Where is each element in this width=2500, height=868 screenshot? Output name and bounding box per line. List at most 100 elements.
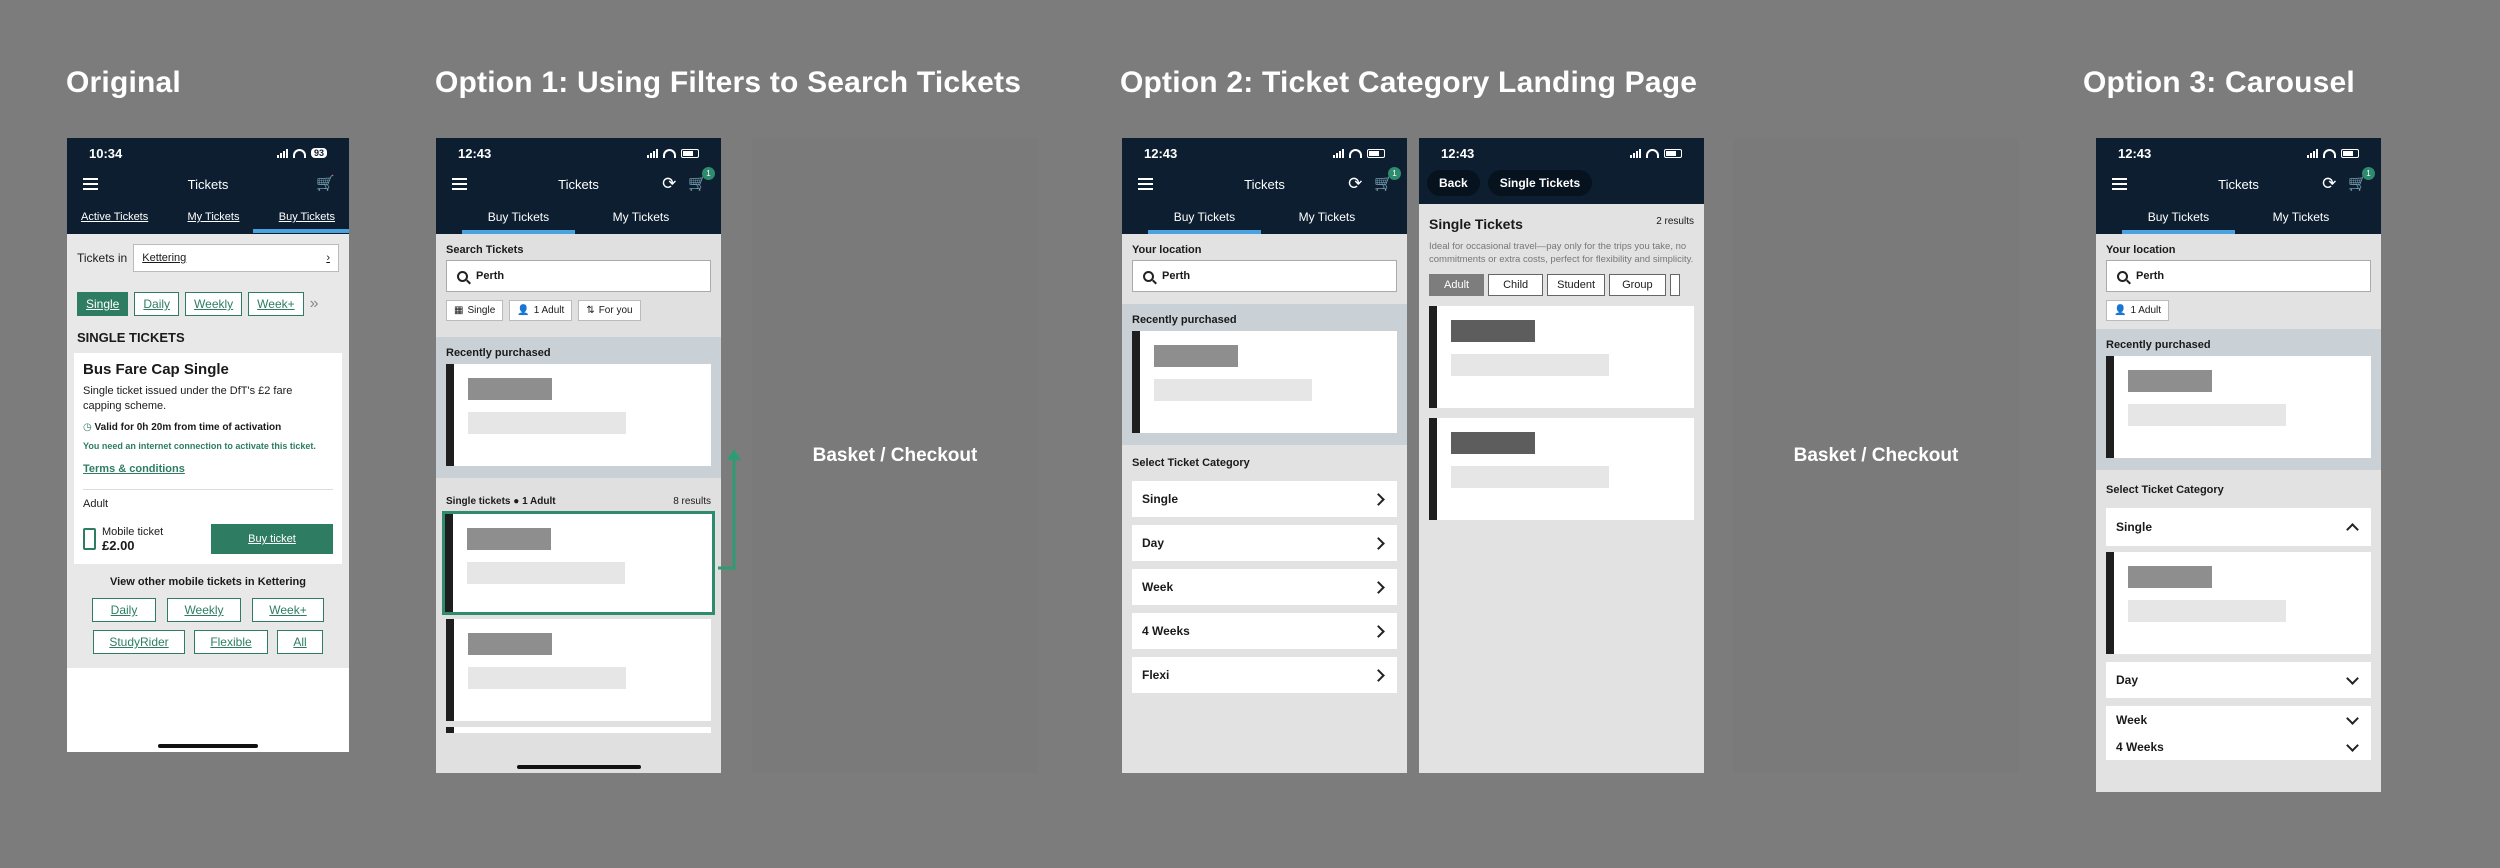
pill-student[interactable]: Student	[1547, 274, 1606, 296]
recently-purchased: Recently purchased	[2096, 329, 2381, 470]
ticket-card[interactable]	[1132, 331, 1397, 433]
refresh-icon[interactable]: ⟳	[2322, 175, 2336, 192]
filter-chip-passenger[interactable]: 👤 1 Adult	[2106, 300, 2170, 321]
location-select[interactable]: Kettering ›	[133, 244, 339, 272]
cart-icon[interactable]: 🛒 1	[688, 167, 715, 192]
cart-icon[interactable]: 🛒 1	[1374, 167, 1401, 192]
location-value: Perth	[1162, 270, 1191, 282]
category-4-weeks[interactable]: 4 Weeks	[2106, 734, 2371, 760]
ticket-description: Single ticket issued under the DfT's £2 …	[83, 385, 293, 412]
cart-icon[interactable]: 🛒 1	[2348, 167, 2375, 192]
category-label: Day	[1142, 536, 1165, 550]
chevron-up-icon	[2346, 522, 2359, 536]
basket-checkout-placeholder: Basket / Checkout	[752, 138, 1038, 773]
location-value: Kettering	[142, 252, 187, 264]
location-label: Your location	[2106, 244, 2176, 256]
tab-my-tickets[interactable]: My Tickets	[1289, 203, 1366, 231]
pill-group[interactable]: Group	[1609, 274, 1666, 296]
validity-text: Valid for 0h 20m from time of activation	[94, 422, 282, 433]
filter-chip-sort[interactable]: ⇅ For you	[578, 300, 641, 321]
menu-icon[interactable]	[1138, 178, 1153, 190]
tab-buy-tickets[interactable]: Buy Tickets	[252, 204, 349, 233]
pill-more[interactable]	[1669, 274, 1680, 296]
menu-icon[interactable]	[2112, 178, 2127, 190]
ticket-card[interactable]	[1429, 306, 1694, 408]
category-4-weeks[interactable]: 4 Weeks	[1132, 613, 1397, 649]
page-title: Single Tickets	[1487, 170, 1593, 196]
selected-ticket-card[interactable]	[442, 511, 715, 615]
filter-chip-passenger[interactable]: 👤 1 Adult	[509, 300, 573, 321]
ticket-card[interactable]	[2106, 356, 2371, 458]
results-label: Single tickets	[446, 496, 511, 507]
location-input[interactable]: Perth	[2106, 260, 2371, 292]
category-label: 4 Weeks	[2116, 740, 2164, 754]
select-category-label: Select Ticket Category	[2106, 484, 2224, 496]
wifi-icon	[292, 148, 306, 158]
category-flexi[interactable]: Flexi	[1132, 657, 1397, 693]
filter-weekly[interactable]: Weekly	[185, 292, 243, 316]
menu-icon[interactable]	[83, 178, 98, 190]
other-all[interactable]: All	[277, 630, 323, 654]
other-flexible[interactable]: Flexible	[194, 630, 268, 654]
location-input[interactable]: Perth	[1132, 260, 1397, 292]
recently-purchased: Recently purchased	[1122, 304, 1407, 445]
tab-buy-tickets[interactable]: Buy Tickets	[2121, 203, 2236, 234]
tab-my-tickets[interactable]: My Tickets	[178, 204, 250, 230]
chip-label: Single	[467, 305, 496, 316]
signal-icon	[276, 148, 288, 158]
pill-adult[interactable]: Adult	[1429, 274, 1485, 296]
other-studyrider[interactable]: StudyRider	[93, 630, 185, 654]
page-title: Tickets	[2218, 176, 2259, 192]
tab-my-tickets[interactable]: My Tickets	[2263, 203, 2340, 231]
category-day[interactable]: Day	[1132, 525, 1397, 561]
tab-buy-tickets[interactable]: Buy Tickets	[461, 203, 576, 234]
refresh-icon[interactable]: ⟳	[662, 175, 676, 192]
title-option-3: Option 3: Carousel	[2083, 66, 2355, 99]
results-count: 2 results	[1656, 216, 1694, 227]
ticket-card[interactable]	[446, 364, 711, 466]
category-single[interactable]: Single	[1132, 481, 1397, 517]
phone-icon	[83, 528, 96, 550]
calendar-icon: ▦	[454, 305, 464, 316]
signal-icon	[2307, 148, 2318, 158]
search-icon	[457, 270, 468, 282]
scroll-right-icon[interactable]: »	[310, 295, 319, 313]
search-input[interactable]: Perth	[446, 260, 711, 292]
refresh-icon[interactable]: ⟳	[1348, 175, 1362, 192]
back-button[interactable]: Back	[1427, 170, 1480, 196]
chevron-down-icon	[2346, 671, 2359, 685]
recent-label: Recently purchased	[446, 347, 551, 359]
cart-badge: 1	[2362, 167, 2375, 180]
filter-single[interactable]: Single	[77, 292, 129, 316]
title-option-1: Option 1: Using Filters to Search Ticket…	[435, 66, 1022, 99]
cart-icon[interactable]: 🛒	[316, 174, 335, 192]
category-week[interactable]: Week	[1132, 569, 1397, 605]
tab-my-tickets[interactable]: My Tickets	[603, 203, 680, 231]
category-week[interactable]: Week	[2106, 706, 2371, 734]
mobile-ticket-label: Mobile ticket	[102, 525, 164, 538]
tab-active-tickets[interactable]: Active Tickets	[71, 204, 158, 230]
category-single-expanded[interactable]: Single	[2106, 508, 2371, 546]
pill-child[interactable]: Child	[1488, 274, 1544, 296]
other-daily[interactable]: Daily	[92, 598, 156, 622]
ticket-card[interactable]	[2106, 552, 2371, 654]
other-week-plus[interactable]: Week+	[252, 598, 324, 622]
filter-daily[interactable]: Daily	[134, 292, 180, 316]
other-weekly[interactable]: Weekly	[167, 598, 241, 622]
ticket-card[interactable]	[446, 619, 711, 721]
terms-link[interactable]: Terms & conditions	[83, 463, 333, 475]
title-option-2: Option 2: Ticket Category Landing Page	[1120, 66, 1698, 99]
battery-icon	[1664, 148, 1682, 158]
option2-landing-phone: 12:43 Back Single Tickets Single Tickets…	[1419, 138, 1704, 773]
menu-icon[interactable]	[452, 178, 467, 190]
battery-icon	[1367, 148, 1385, 158]
ticket-card[interactable]	[1429, 418, 1694, 520]
category-day[interactable]: Day	[2106, 662, 2371, 698]
chip-label: 1 Adult	[2130, 305, 2162, 316]
filter-chip-single[interactable]: ▦ Single	[446, 300, 504, 321]
battery-level: 93	[310, 148, 327, 158]
tab-buy-tickets[interactable]: Buy Tickets	[1147, 203, 1262, 234]
chevron-down-icon	[2346, 711, 2359, 725]
filter-week-plus[interactable]: Week+	[248, 292, 304, 316]
buy-ticket-button[interactable]: Buy ticket	[211, 524, 333, 554]
